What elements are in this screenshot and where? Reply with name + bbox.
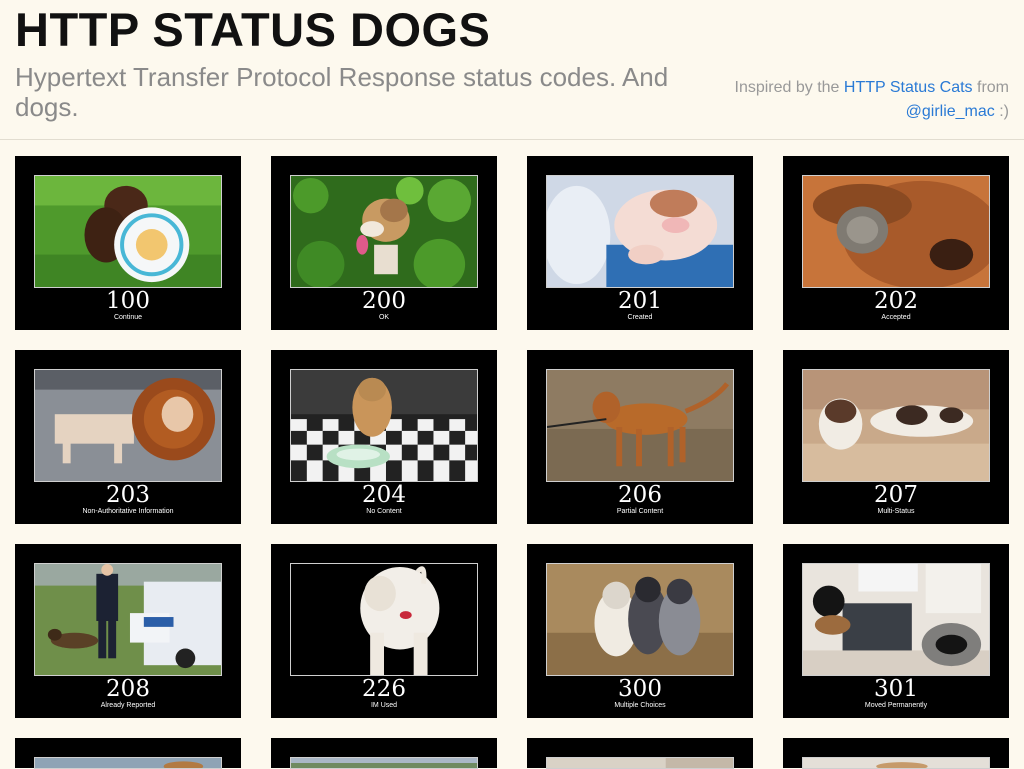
status-code: 200 — [362, 288, 406, 314]
status-card-226[interactable]: 226 IM Used — [271, 544, 497, 718]
status-description: Partial Content — [616, 508, 664, 515]
three-puppies-image — [547, 564, 733, 675]
status-description: Non-Authoritative Information — [82, 508, 174, 515]
dog-photo — [546, 175, 734, 288]
status-description: Continue — [113, 314, 143, 321]
status-code: 204 — [362, 482, 406, 508]
dog-photo — [290, 369, 478, 482]
status-card-207[interactable]: 207 Multi-Status — [783, 350, 1009, 524]
dog-lion-costume-image — [35, 370, 221, 481]
status-card-partial-2[interactable] — [271, 738, 497, 769]
status-description: OK — [378, 314, 390, 321]
dog-empty-bowl-image — [291, 370, 477, 481]
site-header: HTTP STATUS DOGS Hypertext Transfer Prot… — [0, 0, 1024, 140]
dog-photo — [802, 369, 990, 482]
dog-photo — [802, 175, 990, 288]
http-status-cats-link[interactable]: HTTP Status Cats — [844, 79, 973, 96]
puppies-on-couch-image — [803, 370, 989, 481]
status-card-partial-3[interactable] — [527, 738, 753, 769]
kitten-bloodhound-image — [803, 176, 989, 287]
status-code: 206 — [618, 482, 662, 508]
dog-photo — [290, 175, 478, 288]
status-code: 207 — [874, 482, 918, 508]
status-code: 203 — [106, 482, 150, 508]
credit-suffix: :) — [994, 103, 1009, 120]
status-code: 301 — [874, 676, 918, 702]
status-description: Accepted — [881, 314, 911, 321]
dog-photo — [802, 563, 990, 676]
dog-photo — [34, 563, 222, 676]
puppy-frisbee-image — [35, 176, 221, 287]
status-description: Multi-Status — [877, 508, 915, 515]
status-description: No Content — [366, 508, 402, 515]
status-card-100[interactable]: 100 Continue — [15, 156, 241, 330]
status-code: 300 — [618, 676, 662, 702]
credit-mid: from — [972, 79, 1009, 96]
dog-photo — [802, 757, 990, 769]
status-description: IM Used — [370, 702, 398, 709]
status-card-202[interactable]: 202 Accepted — [783, 156, 1009, 330]
dog-photo — [34, 175, 222, 288]
partial-dog-image — [291, 758, 477, 768]
status-description: Already Reported — [100, 702, 156, 709]
status-code: 100 — [106, 288, 150, 314]
status-card-203[interactable]: 203 Non-Authoritative Information — [15, 350, 241, 524]
status-code: 226 — [362, 676, 406, 702]
page-subtitle: Hypertext Transfer Protocol Response sta… — [15, 62, 669, 122]
police-dog-car-image — [35, 564, 221, 675]
dog-photo — [34, 369, 222, 482]
hound-on-leash-image — [547, 370, 733, 481]
status-description: Moved Permanently — [864, 702, 928, 709]
status-description: Created — [627, 314, 653, 321]
status-card-partial-4[interactable] — [783, 738, 1009, 769]
dog-photo — [546, 757, 734, 769]
status-code: 208 — [106, 676, 150, 702]
dog-photo — [546, 369, 734, 482]
partial-dog-image — [803, 758, 989, 768]
dog-in-leaves-image — [291, 176, 477, 287]
partial-dog-image — [35, 758, 221, 768]
dog-photo — [546, 563, 734, 676]
white-dog-lipstick-image — [291, 564, 477, 675]
status-card-206[interactable]: 206 Partial Content — [527, 350, 753, 524]
status-card-300[interactable]: 300 Multiple Choices — [527, 544, 753, 718]
partial-dog-image — [547, 758, 733, 768]
status-card-201[interactable]: 201 Created — [527, 156, 753, 330]
status-card-208[interactable]: 208 Already Reported — [15, 544, 241, 718]
status-card-partial-1[interactable] — [15, 738, 241, 769]
status-code: 202 — [874, 288, 918, 314]
dog-photo — [290, 757, 478, 769]
girlie-mac-link[interactable]: @girlie_mac — [906, 103, 995, 120]
status-description: Multiple Choices — [614, 702, 666, 709]
credit-prefix: Inspired by the — [734, 79, 844, 96]
status-code: 201 — [618, 288, 662, 314]
dog-moved-bed-image — [803, 564, 989, 675]
page-title: HTTP STATUS DOGS — [15, 3, 491, 56]
status-card-200[interactable]: 200 OK — [271, 156, 497, 330]
credit-note: Inspired by the HTTP Status Cats from @g… — [709, 76, 1010, 124]
status-card-301[interactable]: 301 Moved Permanently — [783, 544, 1009, 718]
status-card-204[interactable]: 204 No Content — [271, 350, 497, 524]
dog-photo — [34, 757, 222, 769]
dog-photo — [290, 563, 478, 676]
newborn-puppy-image — [547, 176, 733, 287]
